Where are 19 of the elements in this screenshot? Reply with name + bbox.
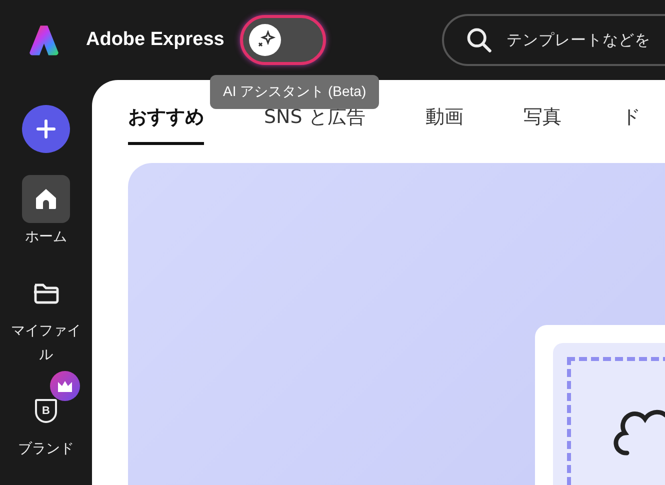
brand-shield-icon: B [35, 399, 57, 423]
search-icon [466, 27, 492, 53]
sidebar-item-label: ホーム [24, 228, 68, 247]
home-icon [34, 187, 58, 211]
category-tab[interactable]: 写真 [523, 100, 562, 145]
app-name: Adobe Express [86, 29, 224, 51]
category-tab[interactable]: 動画 [425, 100, 464, 145]
sidebar-item-label: マイファイル [10, 322, 82, 365]
folder-icon [32, 281, 60, 305]
sidebar-item-button[interactable] [22, 175, 70, 223]
ai-assistant-toggle[interactable] [240, 15, 326, 65]
category-tab[interactable]: ド [621, 100, 640, 145]
create-button[interactable] [22, 105, 70, 153]
tooltip: AI アシスタント (Beta) [210, 75, 380, 109]
sparkle-icon [249, 24, 282, 56]
sidebar-item-label: ブランド [17, 440, 75, 459]
plus-icon [36, 119, 56, 139]
category-tab[interactable]: おすすめ [128, 100, 204, 145]
search-field[interactable]: テンプレートなどを [442, 14, 665, 66]
